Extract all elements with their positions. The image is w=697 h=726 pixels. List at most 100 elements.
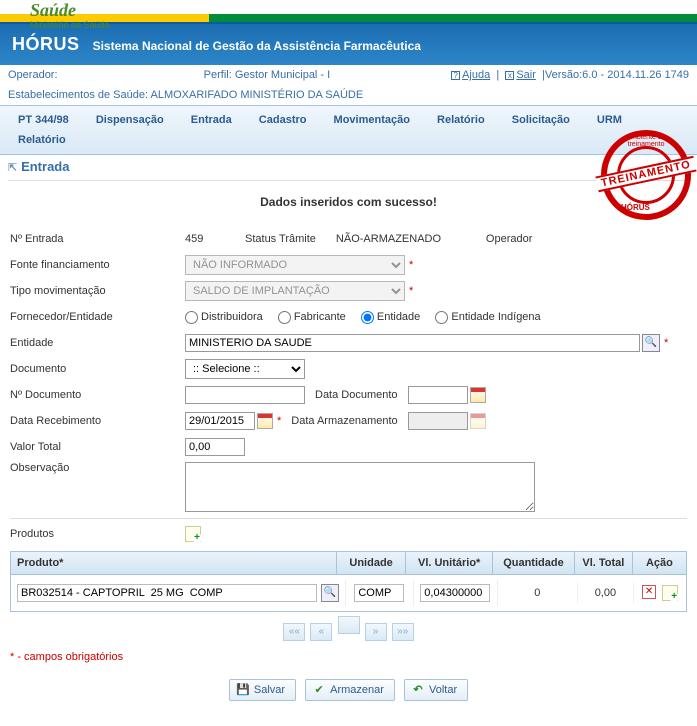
row-input-vl-unit[interactable] [420,584,490,602]
input-data-doc[interactable] [408,386,468,404]
label-n-doc: Nº Documento [10,389,185,401]
select-tipo-mov: SALDO DE IMPLANTAÇÃO [185,281,405,301]
col-header-vl-total: Vl. Total [575,552,633,574]
input-valor-total[interactable] [185,438,245,456]
label-entidade: Entidade [10,337,185,349]
versao-text: Versão:6.0 - 2014.11.26 1749 [545,69,689,81]
label-obs: Observação [10,462,185,474]
menu-pt34498[interactable]: PT 344/98 [6,110,81,130]
page-title: Entrada [21,159,69,174]
estab-value: ALMOXARIFADO MINISTÉRIO DA SAÚDE [151,89,364,101]
menu-urm[interactable]: URM [585,110,634,130]
col-header-qtd: Quantidade [493,552,575,574]
ajuda-link[interactable]: Ajuda [462,69,490,81]
menu-dispensacao[interactable]: Dispensação [84,110,176,130]
calendar-data-doc-icon[interactable] [470,387,486,403]
radio-entidade-ind-label: Entidade Indígena [451,311,540,323]
save-icon: 💾 [236,683,250,697]
pager: «« « » »» [10,612,687,645]
app-tagline: Sistema Nacional de Gestão da Assistênci… [93,39,421,53]
pager-mid[interactable] [338,616,360,634]
lookup-entidade-icon[interactable]: 🔍 [642,334,660,352]
menu-movimentacao[interactable]: Movimentação [322,110,422,130]
brand-logo: Saúde [30,0,76,21]
input-data-armaz [408,412,468,430]
help-icon[interactable]: ? [451,71,460,80]
radio-entidade-label: Entidade [377,311,420,323]
brand-sub: Ministério da Saúde [30,20,110,30]
label-data-receb: Data Recebimento [10,415,185,427]
label-valor-total: Valor Total [10,441,185,453]
menu-relatorio[interactable]: Relatório [425,110,497,130]
menu-relatorio2[interactable]: Relatório [6,130,78,150]
store-button[interactable]: ✔ Armazenar [305,679,395,701]
store-icon: ✔ [312,683,326,697]
col-header-acao: Ação [633,552,686,574]
calendar-data-receb-icon[interactable] [257,413,273,429]
input-data-receb[interactable] [185,412,255,430]
grid-header: Produto* Unidade Vl. Unitário* Quantidad… [11,552,686,575]
label-status: Status Trâmite [245,233,316,245]
radio-entidade[interactable] [361,311,374,324]
button-bar: 💾 Salvar ✔ Armazenar ↶ Voltar [10,669,687,711]
input-entidade[interactable] [185,334,640,352]
app-header: HÓRUS Sistema Nacional de Gestão da Assi… [0,24,697,65]
row-lookup-produto-icon[interactable]: 🔍 [321,584,339,602]
label-n-entrada: Nº Entrada [10,233,185,245]
save-button[interactable]: 💾 Salvar [229,679,296,701]
row-value-qtd: 0 [498,583,578,603]
label-fonte: Fonte financiamento [10,259,185,271]
label-produtos: Produtos [10,528,185,540]
row-delete-icon[interactable]: ✕ [642,585,656,599]
select-fonte: NÃO INFORMADO [185,255,405,275]
menu-solicitacao[interactable]: Solicitação [500,110,582,130]
input-n-doc[interactable] [185,386,305,404]
exit-icon[interactable]: x [505,71,514,80]
radio-group-fornecedor: Distribuidora Fabricante Entidade Entida… [185,311,553,324]
table-row: 🔍 0 0,00 ✕ [11,575,686,611]
add-product-icon[interactable] [185,526,201,542]
value-status: NÃO-ARMAZENADO [336,233,466,245]
collapse-icon[interactable]: ⇱ [8,161,18,174]
req-data-receb: * [277,415,281,427]
radio-distribuidora[interactable] [185,311,198,324]
save-button-label: Salvar [254,684,285,696]
pager-prev[interactable]: « [310,623,332,641]
top-banner: Saúde Ministério da Saúde [0,0,697,24]
col-header-produto: Produto* [11,552,337,574]
radio-fabricante[interactable] [278,311,291,324]
label-data-armaz: Data Armazenamento [291,415,397,427]
info-row-1: Operador: Perfil: Gestor Municipal - I ?… [0,65,697,85]
row-input-unidade[interactable] [354,584,404,602]
col-header-unidade: Unidade [337,552,406,574]
back-button[interactable]: ↶ Voltar [404,679,468,701]
radio-entidade-ind[interactable] [435,311,448,324]
sair-link[interactable]: Sair [516,69,536,81]
page-title-row: ⇱ Entrada [0,155,697,185]
select-documento[interactable]: :: Selecione :: [185,359,305,379]
label-tipo-mov: Tipo movimentação [10,285,185,297]
row-add-icon[interactable] [662,585,678,601]
menu-entrada[interactable]: Entrada [179,110,244,130]
label-operador-row: Operador [486,233,532,245]
back-button-label: Voltar [429,684,457,696]
value-n-entrada: 459 [185,233,225,245]
pager-first[interactable]: «« [283,623,305,641]
estab-label: Estabelecimentos de Saúde: [8,89,148,101]
menu-cadastro[interactable]: Cadastro [247,110,319,130]
operador-label: Operador: [8,69,58,81]
pager-next[interactable]: » [365,623,387,641]
pager-last[interactable]: »» [392,623,414,641]
perfil-label: Perfil: [204,69,232,81]
calendar-data-armaz-icon [470,413,486,429]
info-row-2: Estabelecimentos de Saúde: ALMOXARIFADO … [0,85,697,105]
textarea-obs[interactable] [185,462,535,512]
req-tipo-mov: * [409,285,413,297]
row-input-produto[interactable] [17,584,317,602]
back-icon: ↶ [411,683,425,697]
success-message: Dados inseridos com sucesso! [10,185,687,224]
radio-fabricante-label: Fabricante [294,311,346,323]
required-note: * - campos obrigatórios [10,645,687,669]
store-button-label: Armazenar [330,684,384,696]
label-documento: Documento [10,363,185,375]
